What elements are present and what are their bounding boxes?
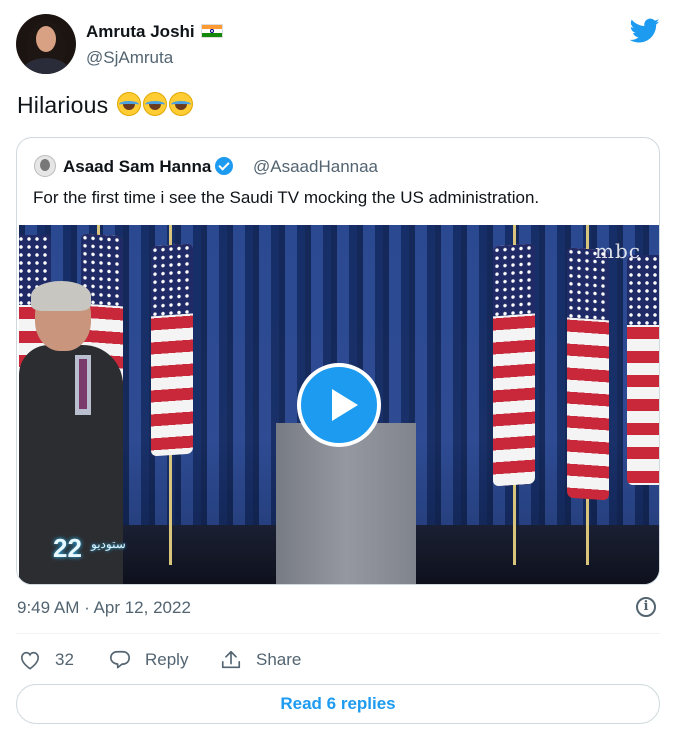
verified-badge-icon [215, 157, 234, 175]
like-button[interactable]: 32 [19, 647, 74, 673]
author-avatar[interactable] [16, 14, 76, 74]
podium [276, 423, 416, 584]
tweet-timestamp[interactable]: 9:49 AM · Apr 12, 2022 [17, 598, 191, 618]
share-icon [220, 649, 242, 671]
reply-bubble-icon [109, 649, 131, 671]
tears-of-joy-emoji-icon [168, 92, 193, 116]
twitter-bird-icon[interactable] [629, 18, 660, 44]
studio-badge-subtitle: ستوديو [91, 537, 126, 551]
channel-logo: mbc [595, 239, 641, 263]
quoted-tweet-card[interactable]: Asaad Sam Hanna @AsaadHannaa For the fir… [16, 137, 660, 585]
author-handle[interactable]: @SjAmruta [86, 48, 173, 68]
tears-of-joy-emoji-icon [116, 92, 141, 116]
quoted-author-name-text[interactable]: Asaad Sam Hanna [63, 157, 211, 176]
reply-button[interactable]: Reply [109, 647, 188, 673]
quoted-author-name[interactable]: Asaad Sam Hanna [63, 157, 234, 177]
like-count: 32 [55, 650, 74, 669]
share-button[interactable]: Share [220, 647, 301, 673]
divider [16, 633, 660, 634]
us-flag [627, 255, 659, 485]
tweet-text: Hilarious [17, 92, 193, 119]
quoted-author-avatar[interactable] [34, 155, 56, 177]
quoted-author-handle[interactable]: @AsaadHannaa [253, 157, 378, 177]
play-button[interactable] [297, 363, 381, 447]
author-name[interactable]: Amruta Joshi [86, 22, 223, 42]
us-flag [151, 243, 193, 457]
tears-of-joy-emoji-icon [142, 92, 167, 116]
studio-badge: 22 [53, 533, 82, 563]
us-flag [567, 247, 609, 501]
us-flag [493, 243, 535, 487]
video-player[interactable]: mbc 22 ستوديو [19, 225, 659, 584]
quoted-tweet-text: For the first time i see the Saudi TV mo… [33, 188, 540, 207]
read-replies-button[interactable]: Read 6 replies [16, 684, 660, 724]
share-label: Share [256, 650, 302, 669]
tweet-text-content: Hilarious [17, 92, 109, 118]
info-icon[interactable]: i [636, 597, 656, 617]
india-flag-icon [200, 24, 223, 38]
heart-icon [19, 650, 41, 670]
reply-label: Reply [145, 650, 189, 669]
author-name-text[interactable]: Amruta Joshi [86, 22, 195, 41]
